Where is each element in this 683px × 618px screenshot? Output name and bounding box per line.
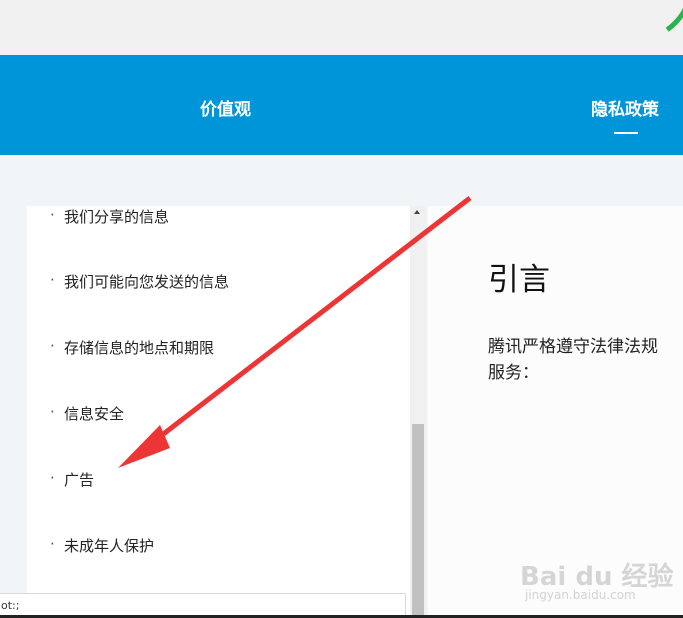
bullet: ·: [50, 403, 55, 421]
toc-item-label: 广告: [64, 471, 95, 489]
toc-item-shared-info[interactable]: · 我们分享的信息: [50, 206, 170, 227]
nav-link-values[interactable]: 价值观: [200, 95, 251, 120]
section-heading: 引言: [488, 262, 550, 298]
toc-item-storage[interactable]: · 存储信息的地点和期限: [50, 337, 215, 358]
nav-link-privacy[interactable]: 隐私政策: [591, 95, 659, 120]
section-paragraph: 腾讯严格遵守法律法规 服务：: [488, 334, 683, 386]
watermark-url: jingyan.baidu.com: [525, 588, 636, 602]
toc-panel: · 我们分享的信息 · 我们可能向您发送的信息 · 存储信息的地点和期限 · 信…: [27, 206, 425, 618]
corner-decoration: [618, 0, 683, 53]
paragraph-line: 服务：: [488, 363, 539, 383]
bullet: ·: [50, 469, 55, 487]
top-strip: [0, 0, 683, 55]
toc-item-label: 未成年人保护: [64, 537, 155, 555]
toc-item-label: 我们分享的信息: [64, 208, 170, 226]
toc-item-minors[interactable]: · 未成年人保护: [50, 535, 155, 556]
status-bar-url: ot:;: [0, 593, 406, 617]
nav-bar: 价值观 隐私政策: [0, 55, 683, 155]
scroll-up-arrow-icon[interactable]: [414, 210, 420, 214]
bullet: ·: [50, 337, 55, 355]
baidu-jingyan-watermark: Bai du 经验 jingyan.baidu.com: [520, 548, 680, 608]
scroll-thumb[interactable]: [412, 424, 424, 618]
toc-item-security[interactable]: · 信息安全: [50, 403, 125, 424]
toc-item-label: 信息安全: [64, 405, 125, 423]
toc-item-ads[interactable]: · 广告: [50, 469, 95, 490]
paragraph-line: 腾讯严格遵守法律法规: [488, 337, 658, 357]
bullet: ·: [50, 535, 55, 553]
active-tab-underline: [614, 132, 638, 134]
toc-item-messages[interactable]: · 我们可能向您发送的信息: [50, 271, 230, 292]
toc-item-label: 存储信息的地点和期限: [64, 339, 215, 357]
toc-item-label: 我们可能向您发送的信息: [64, 273, 230, 291]
bullet: ·: [50, 206, 55, 224]
toc-scrollbar[interactable]: [410, 206, 426, 618]
bullet: ·: [50, 271, 55, 289]
